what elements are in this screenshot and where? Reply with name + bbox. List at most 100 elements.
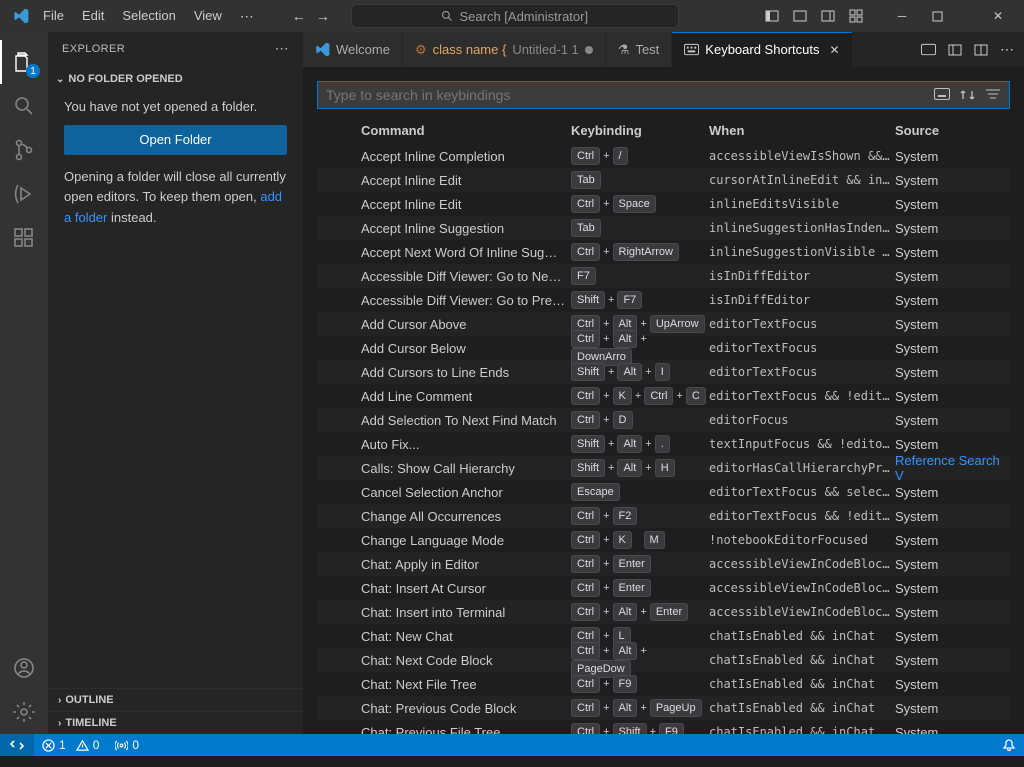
keybinding-row[interactable]: Chat: Previous File TreeCtrl+Shift+F9cha…: [317, 720, 1010, 734]
keybinding-row[interactable]: Add Line CommentCtrl+K+Ctrl+CeditorTextF…: [317, 384, 1010, 408]
open-json-icon[interactable]: [948, 43, 962, 57]
split-editor-icon[interactable]: [974, 43, 988, 57]
source-cell: System: [895, 413, 1010, 428]
when-cell: isInDiffEditor: [709, 293, 895, 307]
activity-explorer-icon[interactable]: 1: [0, 40, 48, 84]
keybinding-row[interactable]: Add Cursor BelowCtrl+Alt+DownArroeditorT…: [317, 336, 1010, 360]
when-cell: editorTextFocus && !editor…: [709, 389, 895, 403]
tab-test[interactable]: ⚗ Test: [606, 32, 673, 67]
command-cell: Chat: Previous Code Block: [361, 701, 571, 716]
menu-edit[interactable]: Edit: [73, 0, 113, 32]
keybinding-row[interactable]: Accept Next Word Of Inline Sug…Ctrl+Righ…: [317, 240, 1010, 264]
keybinding-row[interactable]: Chat: Insert into TerminalCtrl+Alt+Enter…: [317, 600, 1010, 624]
menu-file[interactable]: File: [34, 0, 73, 32]
col-header-keybinding[interactable]: Keybinding: [571, 123, 709, 138]
keybinding-cell: Ctrl+F2: [571, 507, 709, 525]
keybindings-search[interactable]: [317, 81, 1010, 109]
sidebar-section-no-folder[interactable]: ⌄ NO FOLDER OPENED: [48, 69, 303, 89]
keybinding-row[interactable]: Chat: Next File TreeCtrl+F9chatIsEnabled…: [317, 672, 1010, 696]
source-cell: System: [895, 725, 1010, 735]
command-cell: Chat: Insert into Terminal: [361, 605, 571, 620]
command-center-search[interactable]: Search [Administrator]: [351, 4, 679, 28]
keybinding-row[interactable]: Accessible Diff Viewer: Go to Pre…Shift+…: [317, 288, 1010, 312]
command-cell: Chat: Previous File Tree: [361, 725, 571, 735]
when-cell: chatIsEnabled && inChat: [709, 653, 895, 667]
command-cell: Accept Inline Completion: [361, 149, 571, 164]
keybinding-row[interactable]: Accessible Diff Viewer: Go to Ne…F7isInD…: [317, 264, 1010, 288]
hint-pre: Opening a folder will close all currentl…: [64, 169, 286, 204]
keybinding-row[interactable]: Chat: Previous Code BlockCtrl+Alt+PageUp…: [317, 696, 1010, 720]
window-close-icon[interactable]: ✕: [980, 9, 1016, 23]
when-cell: chatIsEnabled && inChat: [709, 701, 895, 715]
when-cell: accessibleViewIsShown && a…: [709, 149, 895, 163]
sidebar-section-outline[interactable]: ›OUTLINE: [48, 688, 303, 711]
nav-back-icon[interactable]: ←: [287, 8, 311, 24]
source-cell: System: [895, 173, 1010, 188]
source-cell: System: [895, 245, 1010, 260]
activity-debug-icon[interactable]: [0, 172, 48, 216]
layout-sidebar-right-icon[interactable]: [820, 8, 836, 24]
activity-extensions-icon[interactable]: [0, 216, 48, 260]
activity-scm-icon[interactable]: [0, 128, 48, 172]
keybindings-search-input[interactable]: [326, 87, 934, 103]
menu-view[interactable]: View: [185, 0, 231, 32]
when-cell: editorTextFocus: [709, 365, 895, 379]
keybinding-row[interactable]: Change All OccurrencesCtrl+F2editorTextF…: [317, 504, 1010, 528]
keybinding-row[interactable]: Chat: Apply in EditorCtrl+Enteraccessibl…: [317, 552, 1010, 576]
source-cell: System: [895, 317, 1010, 332]
when-cell: editorHasCallHierarchyProv…: [709, 461, 895, 475]
command-cell: Accept Next Word Of Inline Sug…: [361, 245, 571, 260]
keybinding-row[interactable]: Chat: Insert At CursorCtrl+Enteraccessib…: [317, 576, 1010, 600]
hint-post: instead.: [107, 210, 156, 225]
close-icon[interactable]: ✕: [829, 43, 839, 57]
command-cell: Accept Inline Edit: [361, 197, 571, 212]
window-minimize-icon[interactable]: ─: [884, 9, 920, 23]
activity-bar: 1: [0, 32, 48, 734]
layout-sidebar-left-icon[interactable]: [764, 8, 780, 24]
when-cell: editorTextFocus: [709, 341, 895, 355]
activity-account-icon[interactable]: [0, 646, 48, 690]
tab-class-name[interactable]: ⚙ class name { Untitled-1 1: [403, 32, 606, 67]
col-header-source[interactable]: Source: [895, 123, 1010, 138]
tab-welcome[interactable]: Welcome: [303, 32, 403, 67]
col-header-command[interactable]: Command: [361, 123, 571, 138]
open-folder-button[interactable]: Open Folder: [64, 125, 287, 155]
sidebar-more-icon[interactable]: ⋯: [275, 40, 289, 57]
activity-settings-icon[interactable]: [0, 690, 48, 734]
keyboard-shortcuts-panel: Command Keybinding When Source Accept In…: [303, 67, 1024, 734]
keybinding-row[interactable]: Add Selection To Next Find MatchCtrl+Ded…: [317, 408, 1010, 432]
filter-icon[interactable]: [985, 88, 1001, 102]
sidebar-section-timeline[interactable]: ›TIMELINE: [48, 711, 303, 734]
remote-indicator[interactable]: [0, 734, 34, 756]
command-cell: Chat: Apply in Editor: [361, 557, 571, 572]
status-notifications-icon[interactable]: [994, 734, 1024, 756]
status-problems[interactable]: 1 0: [34, 734, 107, 756]
when-cell: inlineSuggestionHasIndenta…: [709, 221, 895, 235]
layout-panel-bottom-icon[interactable]: [792, 8, 808, 24]
keybinding-row[interactable]: Accept Inline CompletionCtrl+/accessible…: [317, 144, 1010, 168]
editor-more-icon[interactable]: ⋯: [1000, 41, 1014, 58]
sort-precedence-icon[interactable]: [960, 88, 975, 102]
source-cell: System: [895, 197, 1010, 212]
keybinding-row[interactable]: Cancel Selection AnchorEscapeeditorTextF…: [317, 480, 1010, 504]
record-keys-icon[interactable]: [934, 88, 950, 102]
col-header-when[interactable]: When: [709, 123, 895, 138]
layout-customize-icon[interactable]: [848, 8, 864, 24]
menu-selection[interactable]: Selection: [113, 0, 184, 32]
status-ports[interactable]: 0: [107, 734, 147, 756]
keybinding-row[interactable]: Calls: Show Call HierarchyShift+Alt+Hedi…: [317, 456, 1010, 480]
keybinding-row[interactable]: Accept Inline EditCtrl+SpaceinlineEditsV…: [317, 192, 1010, 216]
source-cell: System: [895, 365, 1010, 380]
keybinding-row[interactable]: Accept Inline SuggestionTabinlineSuggest…: [317, 216, 1010, 240]
keybinding-row[interactable]: Chat: Next Code BlockCtrl+Alt+PageDowcha…: [317, 648, 1010, 672]
source-cell: Reference Search V: [895, 453, 1010, 483]
menu-overflow-icon[interactable]: ⋯: [231, 0, 263, 32]
keybinding-row[interactable]: Accept Inline EditTabcursorAtInlineEdit …: [317, 168, 1010, 192]
activity-search-icon[interactable]: [0, 84, 48, 128]
tab-keyboard-shortcuts[interactable]: Keyboard Shortcuts ✕: [672, 32, 852, 67]
compare-keyboard-icon[interactable]: [921, 43, 936, 56]
window-maximize-icon[interactable]: [932, 11, 968, 22]
nav-forward-icon[interactable]: →: [311, 8, 335, 24]
keybinding-row[interactable]: Add Cursors to Line EndsShift+Alt+Iedito…: [317, 360, 1010, 384]
keybinding-row[interactable]: Change Language ModeCtrl+K M!notebookEdi…: [317, 528, 1010, 552]
